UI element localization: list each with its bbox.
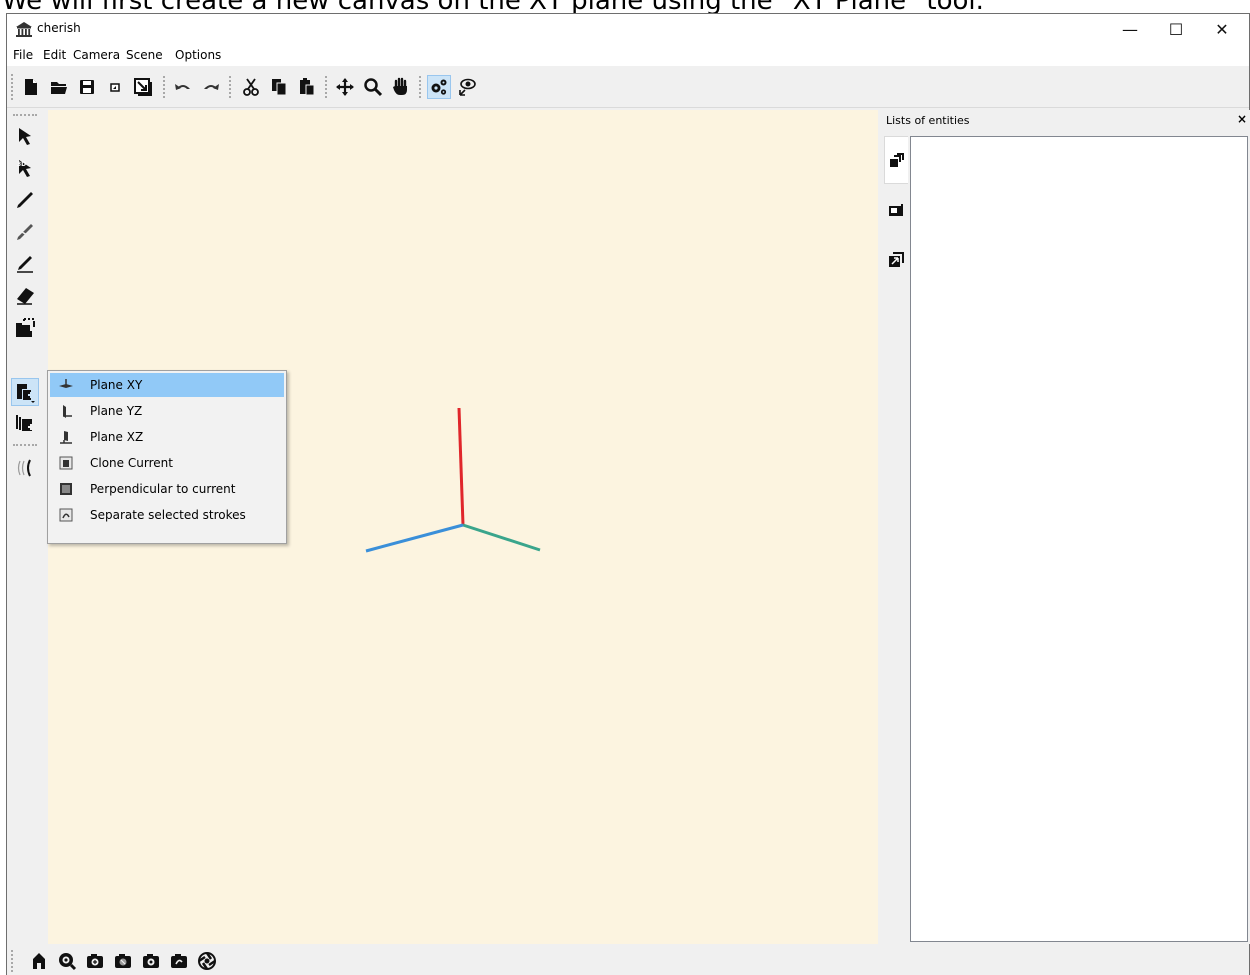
cut-icon[interactable]	[239, 75, 263, 99]
settings-gears-icon[interactable]	[427, 75, 451, 99]
export-image-icon[interactable]	[131, 75, 155, 99]
pen-icon[interactable]	[11, 186, 39, 214]
open-folder-icon[interactable]	[47, 75, 71, 99]
camera-front-icon[interactable]	[83, 950, 107, 972]
plane-xy-icon	[56, 377, 76, 393]
photos-icon	[889, 204, 903, 216]
home-icon[interactable]	[27, 950, 51, 972]
menu-item-plane-xz[interactable]: Plane XZ	[50, 425, 284, 449]
strokes-icon[interactable]	[11, 454, 39, 482]
separate-icon	[56, 507, 76, 523]
menu-options[interactable]: Options	[175, 48, 221, 62]
left-toolbar-separator	[13, 444, 37, 447]
copy-icon[interactable]	[267, 75, 291, 99]
x-axis-line	[365, 523, 464, 553]
title-bar: cherish — ☐ ✕	[7, 14, 1249, 44]
svg-text:3D: 3D	[17, 161, 26, 168]
dock-title: Lists of entities	[886, 114, 970, 127]
plane-yz-icon	[56, 403, 76, 419]
app-window: cherish — ☐ ✕ File Edit Camera Scene Opt…	[6, 13, 1250, 975]
line-tool-icon[interactable]	[11, 250, 39, 278]
menu-edit[interactable]: Edit	[43, 48, 66, 62]
close-button[interactable]: ✕	[1199, 14, 1245, 44]
menu-item-separate-strokes[interactable]: Separate selected strokes	[50, 503, 284, 527]
menu-file[interactable]: File	[13, 48, 33, 62]
menu-camera[interactable]: Camera	[73, 48, 120, 62]
menu-item-label: Perpendicular to current	[90, 482, 236, 496]
tab-canvases[interactable]	[884, 136, 908, 184]
dock-close-button[interactable]: ×	[1237, 112, 1247, 126]
tab-photos[interactable]	[884, 186, 908, 234]
y-axis-line	[462, 523, 541, 552]
new-canvas-icon[interactable]	[11, 378, 39, 406]
menu-item-perpendicular[interactable]: Perpendicular to current	[50, 477, 284, 501]
save-image-icon[interactable]	[103, 75, 127, 99]
left-toolbar-grip[interactable]	[13, 114, 37, 117]
aperture-icon[interactable]	[195, 950, 219, 972]
toolbar-separator	[325, 76, 328, 98]
dock-tabs	[884, 136, 908, 291]
visibility-eye-icon[interactable]	[455, 75, 479, 99]
menu-item-label: Separate selected strokes	[90, 508, 246, 522]
camera-side-icon[interactable]	[111, 950, 135, 972]
save-icon[interactable]	[75, 75, 99, 99]
left-toolbar: 3D	[7, 110, 47, 944]
toolbar-separator	[229, 76, 232, 98]
toolbar-grip[interactable]	[11, 74, 14, 100]
redo-icon[interactable]	[199, 75, 223, 99]
minimize-button[interactable]: —	[1107, 14, 1153, 44]
menu-item-label: Clone Current	[90, 456, 173, 470]
menu-item-clone-current[interactable]: Clone Current	[50, 451, 284, 475]
new-canvas-menu: Plane XY Plane YZ Plane XZ Clone Current…	[47, 370, 287, 544]
eraser-icon[interactable]	[11, 282, 39, 310]
bookmarks-icon	[889, 252, 904, 267]
move-icon[interactable]	[333, 75, 357, 99]
main-toolbar	[7, 66, 1249, 108]
menu-item-plane-xy[interactable]: Plane XY	[50, 373, 284, 397]
entities-list[interactable]	[910, 136, 1248, 942]
menu-bar: File Edit Camera Scene Options	[7, 44, 1249, 66]
pan-hand-icon[interactable]	[389, 75, 413, 99]
zoom-fit-icon[interactable]	[55, 950, 79, 972]
camera-rotate-icon[interactable]	[167, 950, 191, 972]
menu-item-label: Plane YZ	[90, 404, 143, 418]
window-title: cherish	[37, 21, 81, 35]
menu-scene[interactable]: Scene	[126, 48, 163, 62]
canvas-select-icon[interactable]	[11, 314, 39, 342]
app-icon	[16, 22, 32, 37]
zoom-icon[interactable]	[361, 75, 385, 99]
menu-item-label: Plane XZ	[90, 430, 144, 444]
clone-canvas-icon[interactable]	[11, 410, 39, 438]
camera-toolbar	[7, 944, 1249, 975]
maximize-button[interactable]: ☐	[1153, 14, 1199, 44]
canvases-icon	[889, 153, 904, 167]
menu-item-plane-yz[interactable]: Plane YZ	[50, 399, 284, 423]
entities-dock: Lists of entities ×	[880, 110, 1250, 944]
select-3d-icon[interactable]: 3D	[11, 154, 39, 182]
perpendicular-icon	[56, 481, 76, 497]
pen-stroke-icon[interactable]	[11, 218, 39, 246]
plane-xz-icon	[56, 429, 76, 445]
camera-toolbar-grip[interactable]	[11, 950, 14, 972]
toolbar-separator	[419, 76, 422, 98]
toolbar-separator	[163, 76, 166, 98]
menu-item-label: Plane XY	[90, 378, 143, 392]
select-arrow-icon[interactable]	[11, 122, 39, 150]
paste-icon[interactable]	[295, 75, 319, 99]
new-file-icon[interactable]	[19, 75, 43, 99]
undo-icon[interactable]	[171, 75, 195, 99]
tab-bookmarks[interactable]	[884, 236, 908, 284]
camera-top-icon[interactable]	[139, 950, 163, 972]
clone-icon	[56, 455, 76, 471]
z-axis-line	[457, 407, 465, 526]
